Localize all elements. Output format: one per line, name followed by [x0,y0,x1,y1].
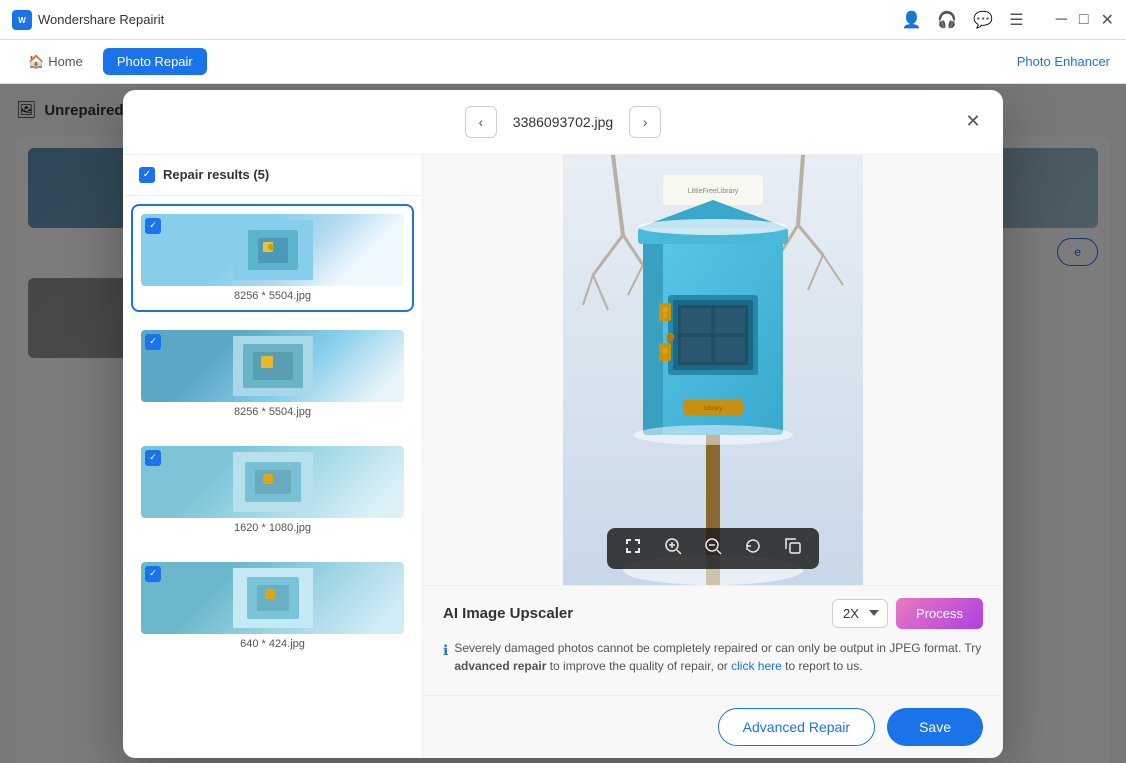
advanced-repair-button[interactable]: Advanced Repair [718,708,875,746]
prev-button[interactable]: ‹ [465,106,497,138]
copy-button[interactable] [783,536,803,561]
next-button[interactable]: › [629,106,661,138]
app-title: Wondershare Repairit [38,12,164,27]
home-icon: 🏠 [28,54,44,70]
svg-text:W: W [18,16,26,25]
active-tab[interactable]: Photo Repair [103,48,207,75]
file-item[interactable]: ✓ 1620 * 1080.jpg [131,436,414,544]
upscale-select[interactable]: 2X 4X [832,599,888,628]
menu-icon[interactable]: ☰ [1009,10,1023,30]
svg-text:LittleFreeLibrary: LittleFreeLibrary [688,188,739,195]
advanced-repair-link[interactable]: advanced repair [454,659,546,673]
file-thumb [141,330,404,402]
chat-icon[interactable]: 💬 [973,10,993,30]
file-checkbox[interactable]: ✓ [145,334,161,350]
file-checkbox[interactable]: ✓ [145,450,161,466]
modal-close-button[interactable]: ✕ [959,108,987,136]
modal-dialog: ‹ 3386093702.jpg › ✕ ✓ Repair results (5… [123,90,1003,758]
file-item[interactable]: ✓ 8256 * 5504.jpg [131,204,414,312]
process-button[interactable]: Process [896,598,983,629]
title-bar-icons: 👤 🎧 💬 ☰ ─ □ ✕ [901,10,1114,30]
modal-body: ✓ Repair results (5) [123,155,1003,758]
file-item[interactable]: ✓ 8256 * 5504.jpg [131,320,414,428]
fullscreen-button[interactable] [623,536,643,561]
zoom-out-button[interactable] [703,536,723,561]
click-here-link[interactable]: click here [731,659,782,673]
save-button[interactable]: Save [887,708,983,746]
ai-upscaler-label: AI Image Upscaler [443,605,573,622]
repair-results-label: Repair results (5) [163,167,269,182]
home-nav[interactable]: 🏠 Home [16,48,95,76]
modal-bottom: AI Image Upscaler 2X 4X Process [423,585,1003,695]
file-item[interactable]: ✓ 640 * 424.jpg [131,552,414,660]
file-list-panel: ✓ Repair results (5) [123,155,423,758]
ai-upscaler-row: AI Image Upscaler 2X 4X Process [443,598,983,629]
file-thumb [141,562,404,634]
warning-text: Severely damaged photos cannot be comple… [454,639,983,675]
minimize-button[interactable]: ─ [1056,11,1067,29]
info-icon: ℹ [443,640,448,661]
preview-image: LittleFreeLibrary [563,155,863,585]
svg-text:Library: Library [704,406,722,412]
file-thumb [141,214,404,286]
image-toolbar [607,528,819,569]
file-list: ✓ 8256 * 5504.jpg [123,196,422,758]
warning-row: ℹ Severely damaged photos cannot be comp… [443,639,983,675]
app-logo: W Wondershare Repairit [12,10,164,30]
maximize-button[interactable]: □ [1079,11,1089,29]
modal-filename: 3386093702.jpg [513,114,613,130]
select-all-checkbox[interactable]: ✓ [139,167,155,183]
headphones-icon[interactable]: 🎧 [937,10,957,30]
preview-panel: LittleFreeLibrary [423,155,1003,758]
ai-upscaler-controls: 2X 4X Process [832,598,983,629]
user-icon[interactable]: 👤 [901,10,921,30]
file-name: 1620 * 1080.jpg [234,522,311,534]
preview-image-area: LittleFreeLibrary [423,155,1003,585]
app-icon: W [12,10,32,30]
repair-results-header: ✓ Repair results (5) [123,155,422,196]
file-thumb [141,446,404,518]
file-checkbox[interactable]: ✓ [145,566,161,582]
modal-footer: Advanced Repair Save [423,695,1003,758]
modal-overlay: ‹ 3386093702.jpg › ✕ ✓ Repair results (5… [0,84,1126,763]
file-name: 640 * 424.jpg [240,638,305,650]
close-button[interactable]: ✕ [1101,10,1114,30]
window-controls: ─ □ ✕ [1056,10,1114,30]
rotate-button[interactable] [743,536,763,561]
file-name: 8256 * 5504.jpg [234,290,311,302]
modal-header: ‹ 3386093702.jpg › ✕ [123,90,1003,155]
file-checkbox[interactable]: ✓ [145,218,161,234]
photo-enhancer-nav[interactable]: Photo Enhancer [1017,54,1110,69]
file-name: 8256 * 5504.jpg [234,406,311,418]
home-label: Home [48,54,83,69]
zoom-in-button[interactable] [663,536,683,561]
